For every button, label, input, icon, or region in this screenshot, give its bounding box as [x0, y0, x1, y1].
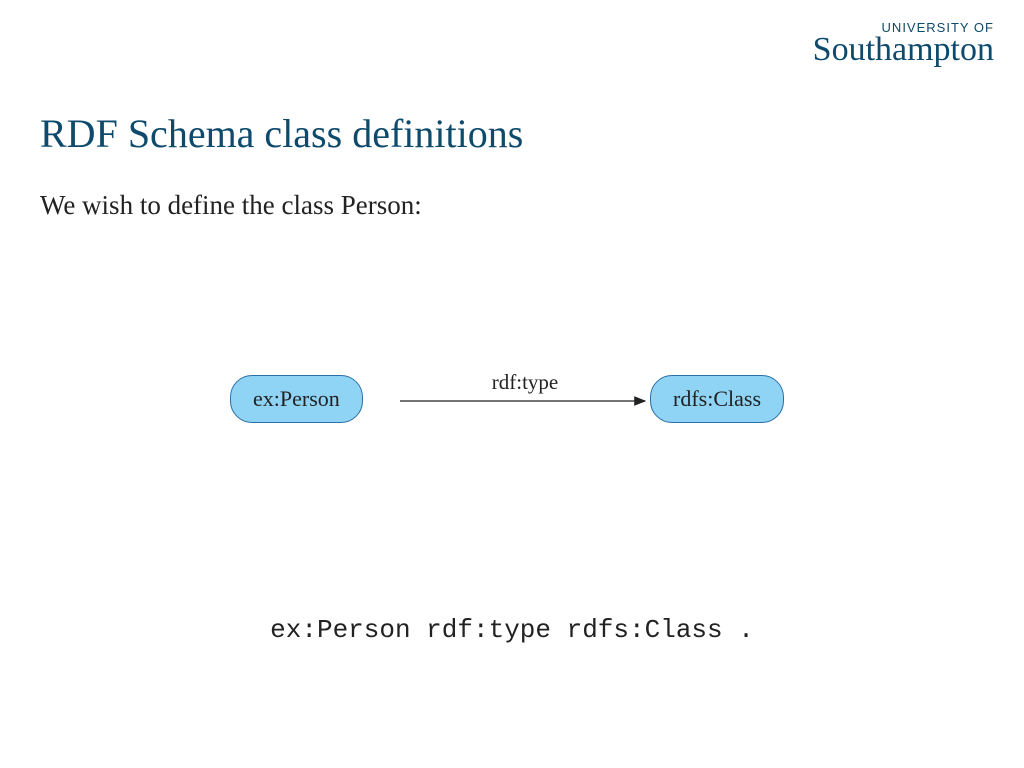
code-line: ex:Person rdf:type rdfs:Class . — [0, 615, 1024, 645]
arrow-icon — [400, 396, 650, 406]
university-logo: UNIVERSITY OF Southampton — [813, 20, 994, 66]
slide: UNIVERSITY OF Southampton RDF Schema cla… — [0, 0, 1024, 768]
rdf-diagram: ex:Person rdf:type rdfs:Class — [230, 375, 363, 423]
edge: rdf:type — [400, 396, 650, 406]
body-text: We wish to define the class Person: — [40, 190, 422, 221]
node-subject: ex:Person — [230, 375, 363, 423]
slide-title: RDF Schema class definitions — [40, 110, 523, 157]
node-object: rdfs:Class — [650, 375, 784, 423]
edge-label: rdf:type — [400, 370, 650, 395]
logo-name: Southampton — [813, 35, 994, 66]
